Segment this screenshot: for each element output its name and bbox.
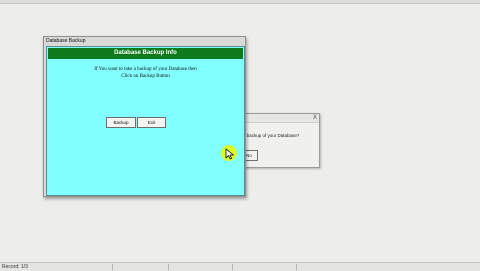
message-box-text: a backup of your Database?	[243, 133, 300, 138]
close-icon[interactable]: X	[313, 114, 317, 122]
backup-info-banner: Database Backup Info	[48, 48, 243, 59]
backup-button[interactable]: Backup	[106, 117, 136, 128]
status-divider	[296, 264, 297, 270]
message-box-titlebar[interactable]: X	[241, 114, 319, 123]
status-divider	[168, 264, 169, 270]
status-divider	[232, 264, 233, 270]
status-divider	[112, 264, 113, 270]
confirm-message-box: X a backup of your Database? No	[240, 113, 320, 168]
exit-button[interactable]: Exit	[137, 117, 166, 128]
instruction-line-2: Click on Backup Button	[121, 74, 170, 79]
instruction-line-1: If You want to take a backup of your Dat…	[94, 67, 197, 72]
dialog-body: Database Backup Info If You want to take…	[46, 46, 245, 196]
database-backup-window: Database Backup Database Backup Info If …	[43, 36, 246, 197]
backup-instructions: If You want to take a backup of your Dat…	[57, 66, 234, 80]
top-toolbar-strip	[0, 0, 480, 4]
window-title: Database Backup	[46, 38, 86, 44]
mouse-pointer-icon	[225, 148, 234, 160]
